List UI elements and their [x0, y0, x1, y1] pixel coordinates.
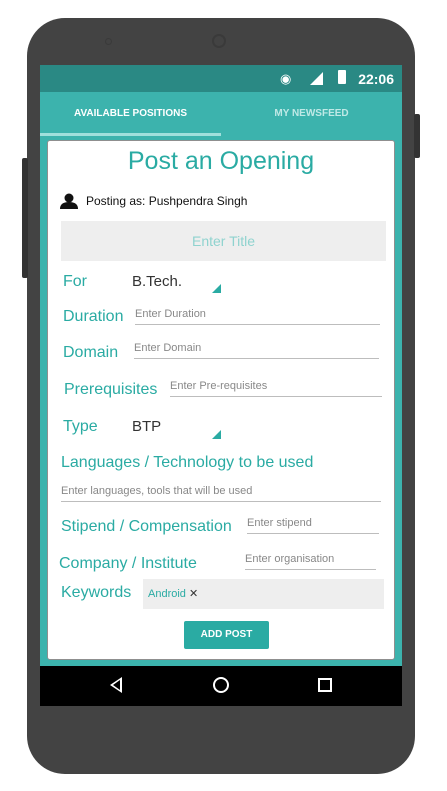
battery-icon — [338, 70, 346, 84]
domain-field[interactable]: Enter Domain — [134, 342, 379, 359]
status-bar: ◉ 22:06 — [40, 65, 402, 92]
type-dropdown-icon[interactable] — [212, 430, 221, 439]
posting-as-text: Posting as: Pushpendra Singh — [86, 194, 248, 208]
tab-available-positions[interactable]: AVAILABLE POSITIONS — [40, 92, 221, 136]
type-select[interactable]: BTP — [132, 418, 161, 435]
posting-as: Posting as: Pushpendra Singh — [60, 193, 247, 209]
company-label: Company / Institute — [59, 555, 197, 572]
keyword-chip: Android ✕ — [148, 587, 198, 600]
stipend-label: Stipend / Compensation — [61, 518, 232, 535]
company-field[interactable]: Enter organisation — [245, 553, 376, 570]
keyword-chip-label: Android — [148, 588, 186, 600]
recent-apps-icon[interactable] — [318, 678, 332, 692]
android-nav-bar — [40, 666, 402, 706]
for-select[interactable]: B.Tech. — [132, 273, 182, 290]
keywords-input[interactable]: Android ✕ — [143, 579, 384, 609]
status-time: 22:06 — [358, 71, 394, 87]
for-label: For — [63, 273, 87, 290]
languages-field[interactable]: Enter languages, tools that will be used — [61, 485, 381, 502]
front-camera — [212, 34, 226, 48]
signal-icon — [310, 72, 323, 85]
post-opening-form: Post an Opening Posting as: Pushpendra S… — [47, 140, 395, 660]
type-label: Type — [63, 418, 98, 435]
sensor-dot — [105, 38, 112, 45]
prerequisites-label: Prerequisites — [64, 381, 158, 398]
prerequisites-field[interactable]: Enter Pre-requisites — [170, 380, 382, 397]
domain-label: Domain — [63, 344, 119, 361]
person-icon — [60, 193, 78, 209]
for-dropdown-icon[interactable] — [212, 284, 221, 293]
tab-bar: AVAILABLE POSITIONS MY NEWSFEED — [40, 92, 402, 136]
page-title: Post an Opening — [127, 147, 315, 175]
app-screen: ◉ 22:06 AVAILABLE POSITIONS MY NEWSFEED … — [40, 65, 402, 706]
add-post-button[interactable]: ADD POST — [184, 621, 269, 649]
tab-my-newsfeed[interactable]: MY NEWSFEED — [221, 92, 402, 136]
stipend-field[interactable]: Enter stipend — [247, 517, 379, 534]
wifi-icon: ◉ — [280, 71, 292, 86]
title-input[interactable]: Enter Title — [61, 221, 386, 261]
power-button — [414, 114, 420, 158]
duration-field[interactable]: Enter Duration — [135, 308, 380, 325]
volume-button — [22, 158, 28, 278]
remove-chip-icon[interactable]: ✕ — [189, 588, 198, 600]
keywords-label: Keywords — [61, 584, 132, 601]
languages-label: Languages / Technology to be used — [61, 454, 314, 471]
home-icon[interactable] — [213, 677, 229, 693]
duration-label: Duration — [63, 308, 124, 325]
back-icon-inner — [113, 680, 120, 690]
